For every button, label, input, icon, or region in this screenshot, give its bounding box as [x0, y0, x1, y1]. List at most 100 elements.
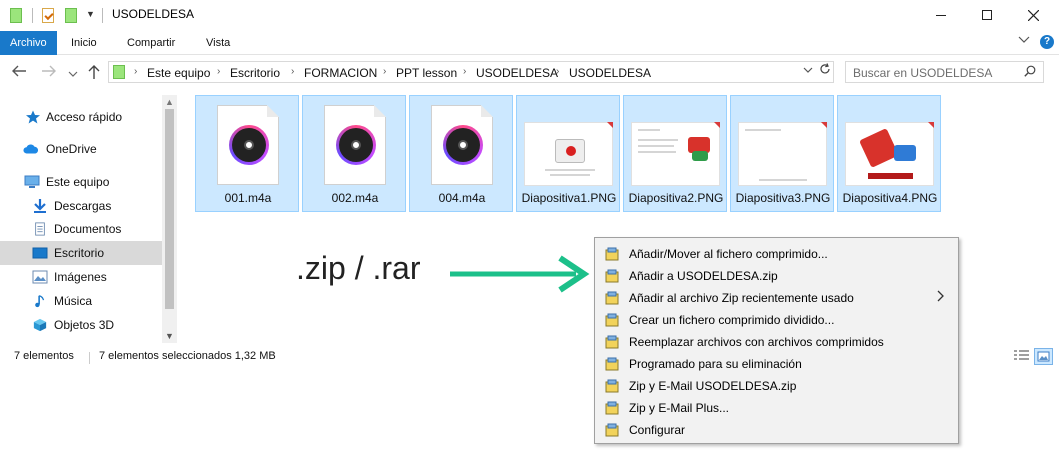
- up-arrow-icon[interactable]: [85, 64, 103, 82]
- breadcrumb-usodeldesa[interactable]: USODELDESA: [476, 66, 558, 80]
- menu-item-zip-email-plus[interactable]: Zip y E-Mail Plus...: [597, 397, 956, 419]
- file-item[interactable]: Diapositiva4.PNG: [837, 95, 941, 212]
- file-item[interactable]: 002.m4a: [302, 95, 406, 212]
- menu-item-label: Añadir al archivo Zip recientemente usad…: [629, 291, 854, 305]
- music-icon: [35, 295, 45, 308]
- tab-vista[interactable]: Vista: [197, 31, 239, 55]
- file-item[interactable]: 004.m4a: [409, 95, 513, 212]
- file-name: 001.m4a: [224, 191, 272, 205]
- ribbon-tabs: Archivo Inicio Compartir Vista ?: [0, 31, 1059, 55]
- sidebar-item-descargas[interactable]: Descargas: [0, 194, 162, 218]
- address-bar[interactable]: › Este equipo › Escritorio › FORMACION ›…: [108, 61, 834, 83]
- desktop-icon: [32, 247, 48, 259]
- winzip-icon: [605, 313, 619, 327]
- minimize-button[interactable]: [918, 0, 964, 30]
- large-icons-view-button[interactable]: [1034, 348, 1053, 365]
- tab-archivo[interactable]: Archivo: [0, 31, 57, 55]
- slide-thumbnail: [845, 122, 934, 186]
- scroll-down-icon[interactable]: ▼: [165, 331, 174, 341]
- search-icon[interactable]: [1024, 65, 1036, 77]
- sidebar-item-objetos-3d[interactable]: Objetos 3D: [0, 313, 162, 337]
- menu-item-replace-with-archives[interactable]: Reemplazar archivos con archivos comprim…: [597, 331, 956, 353]
- annotation-text: .zip / .rar: [296, 250, 421, 286]
- sidebar-item-este-equipo[interactable]: Este equipo: [0, 170, 162, 194]
- sidebar-item-onedrive[interactable]: OneDrive: [0, 137, 162, 161]
- search-placeholder[interactable]: Buscar en USODELDESA: [853, 66, 992, 80]
- breadcrumb-chevron-icon[interactable]: ›: [291, 66, 294, 77]
- breadcrumb-chevron-icon[interactable]: ›: [556, 66, 559, 77]
- images-icon: [32, 270, 48, 284]
- file-item[interactable]: Diapositiva1.PNG: [516, 95, 620, 212]
- address-dropdown-icon[interactable]: [803, 65, 813, 76]
- sidebar-item-label: Acceso rápido: [46, 110, 123, 124]
- file-item[interactable]: Diapositiva2.PNG: [623, 95, 727, 212]
- file-item[interactable]: 001.m4a: [195, 95, 299, 212]
- sidebar-item-imagenes[interactable]: Imágenes: [0, 265, 162, 289]
- search-box[interactable]: Buscar en USODELDESA: [845, 61, 1044, 83]
- sidebar-item-acceso-rapido[interactable]: Acceso rápido: [0, 105, 162, 129]
- quick-access-dropdown-icon[interactable]: ▼: [86, 9, 95, 19]
- context-menu: Añadir/Mover al fichero comprimido... Añ…: [594, 237, 959, 444]
- menu-item-add-to-zip[interactable]: Añadir a USODELDESA.zip: [597, 265, 956, 287]
- scroll-thumb[interactable]: [165, 109, 174, 309]
- refresh-icon[interactable]: [819, 63, 833, 81]
- menu-item-configure[interactable]: Configurar: [597, 419, 956, 441]
- audio-file-icon: [324, 105, 386, 185]
- sidebar-scrollbar[interactable]: ▲ ▼: [162, 95, 177, 343]
- breadcrumb-este-equipo[interactable]: Este equipo: [147, 66, 210, 80]
- close-button[interactable]: [1010, 0, 1056, 30]
- sidebar-item-documentos[interactable]: Documentos: [0, 217, 162, 241]
- breadcrumb-usodeldesa-current[interactable]: USODELDESA: [569, 66, 651, 80]
- title-separator: [102, 8, 103, 23]
- annotation-arrow-icon: [450, 255, 590, 293]
- navigation-pane: Acceso rápido OneDrive Este equipo Desca…: [0, 95, 177, 343]
- help-icon[interactable]: ?: [1040, 35, 1054, 49]
- file-list: 001.m4a 002.m4a 004.m4a Diapositiva1.PNG…: [195, 95, 950, 213]
- menu-item-add-move-archive[interactable]: Añadir/Mover al fichero comprimido...: [597, 243, 956, 265]
- breadcrumb-chevron-icon[interactable]: ›: [463, 66, 466, 77]
- cloud-icon: [23, 144, 39, 154]
- navigation-bar: › Este equipo › Escritorio › FORMACION ›…: [0, 58, 1059, 88]
- menu-item-scheduled-deletion[interactable]: Programado para su eliminación: [597, 353, 956, 375]
- breadcrumb-chevron-icon[interactable]: ›: [217, 66, 220, 77]
- title-bar: ▼ USODELDESA: [0, 0, 1059, 31]
- sidebar-item-musica[interactable]: Música: [0, 289, 162, 313]
- menu-item-split-archive[interactable]: Crear un fichero comprimido dividido...: [597, 309, 956, 331]
- properties-icon[interactable]: [42, 8, 54, 23]
- folder-icon[interactable]: [10, 8, 22, 23]
- sidebar-item-escritorio[interactable]: Escritorio: [0, 241, 162, 265]
- menu-item-label: Zip y E-Mail Plus...: [629, 401, 730, 415]
- scroll-up-icon[interactable]: ▲: [165, 97, 174, 107]
- sidebar-item-label: Este equipo: [46, 175, 110, 189]
- forward-arrow-icon[interactable]: [40, 64, 58, 82]
- quick-access-separator: [32, 8, 33, 23]
- tab-inicio[interactable]: Inicio: [62, 31, 106, 55]
- new-folder-icon[interactable]: [65, 8, 77, 23]
- submenu-arrow-icon: [937, 290, 945, 305]
- sidebar-item-label: Documentos: [54, 222, 122, 236]
- back-arrow-icon[interactable]: [10, 64, 28, 82]
- menu-item-label: Programado para su eliminación: [629, 357, 802, 371]
- breadcrumb-formacion[interactable]: FORMACION: [304, 66, 377, 80]
- breadcrumb-chevron-icon[interactable]: ›: [383, 66, 386, 77]
- menu-item-label: Añadir a USODELDESA.zip: [629, 269, 778, 283]
- menu-item-zip-email[interactable]: Zip y E-Mail USODELDESA.zip: [597, 375, 956, 397]
- recent-locations-chevron-icon[interactable]: [64, 65, 82, 83]
- winzip-icon: [605, 335, 619, 349]
- menu-item-label: Crear un fichero comprimido dividido...: [629, 313, 835, 327]
- slide-thumbnail: [524, 122, 613, 186]
- menu-item-recent-zip[interactable]: Añadir al archivo Zip recientemente usad…: [597, 287, 956, 309]
- maximize-button[interactable]: [964, 0, 1010, 30]
- breadcrumb-chevron-icon[interactable]: ›: [134, 66, 137, 77]
- details-view-icon[interactable]: [1013, 348, 1030, 364]
- breadcrumb-ppt-lesson[interactable]: PPT lesson: [396, 66, 457, 80]
- winzip-icon: [605, 269, 619, 283]
- winzip-icon: [605, 357, 619, 371]
- breadcrumb-escritorio[interactable]: Escritorio: [230, 66, 280, 80]
- file-name: Diapositiva4.PNG: [842, 191, 938, 205]
- tab-compartir[interactable]: Compartir: [118, 31, 184, 55]
- sidebar-item-label: Descargas: [54, 199, 112, 213]
- expand-ribbon-chevron-icon[interactable]: [1018, 36, 1030, 48]
- sidebar-item-label: Música: [54, 294, 93, 308]
- file-item[interactable]: Diapositiva3.PNG: [730, 95, 834, 212]
